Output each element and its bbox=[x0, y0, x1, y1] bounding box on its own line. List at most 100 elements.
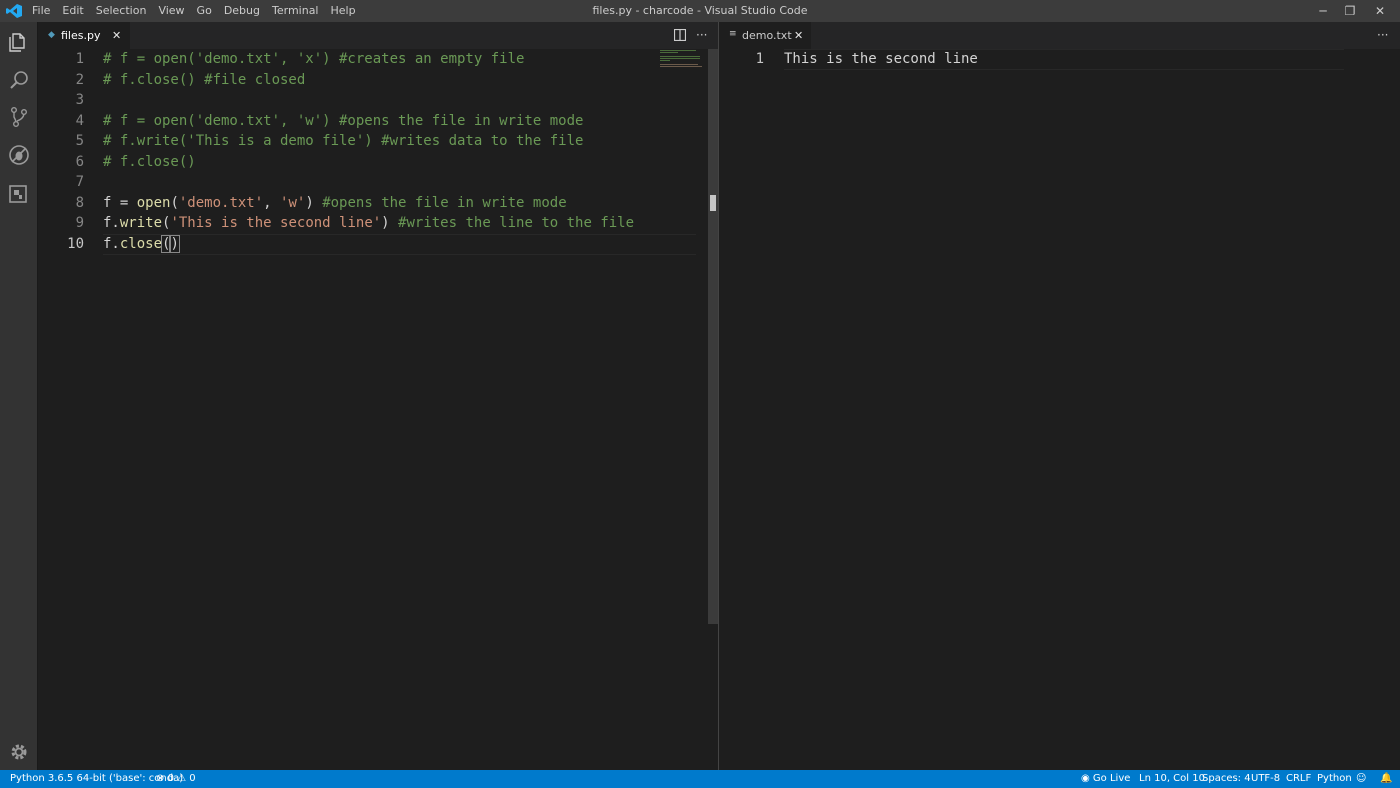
code-line: 3 bbox=[38, 90, 698, 111]
code-token: #writes the line to the file bbox=[398, 215, 635, 231]
right-tab-bar: ≡ demo.txt ✕ ··· bbox=[719, 22, 1400, 49]
code-token: # f.close() #file closed bbox=[103, 71, 306, 88]
vscode-logo-icon bbox=[6, 4, 22, 18]
code-text: f.close() bbox=[103, 234, 180, 255]
code-token: write bbox=[119, 215, 163, 231]
feedback-icon[interactable]: ☺ bbox=[1356, 770, 1366, 788]
problems-indicator[interactable]: ⊗ 0 ⚠ 0 bbox=[156, 770, 196, 788]
line-number: 2 bbox=[75, 71, 84, 88]
tab-files-py[interactable]: ◆ files.py ✕ bbox=[38, 22, 130, 49]
code-text: # f.close() #file closed bbox=[103, 70, 305, 91]
menu-bar: File Edit Selection View Go Debug Termin… bbox=[26, 0, 362, 22]
error-count: 0 bbox=[167, 773, 174, 784]
language-mode[interactable]: Python bbox=[1317, 770, 1352, 788]
title-bar: File Edit Selection View Go Debug Termin… bbox=[0, 0, 1400, 22]
code-line: 1 This is the second line bbox=[719, 49, 1379, 70]
line-number: 9 bbox=[75, 215, 84, 231]
menu-view[interactable]: View bbox=[152, 0, 190, 22]
line-text: This is the second line bbox=[784, 51, 978, 67]
line-number: 3 bbox=[75, 92, 84, 108]
go-live-button[interactable]: ◉ Go Live bbox=[1081, 770, 1130, 788]
left-tab-bar: ◆ files.py ✕ ··· bbox=[38, 22, 718, 49]
line-number: 1 bbox=[75, 51, 84, 67]
warning-count: 0 bbox=[189, 773, 196, 784]
code-token: # f.write('This is a demo file') #writes… bbox=[103, 133, 584, 149]
notifications-icon[interactable]: 🔔 bbox=[1380, 770, 1392, 788]
python-file-icon: ◆ bbox=[48, 30, 55, 40]
explorer-icon[interactable] bbox=[7, 30, 31, 54]
code-token: 'This is the second line' bbox=[170, 215, 382, 231]
line-number: 5 bbox=[75, 133, 84, 149]
line-number: 10 bbox=[67, 235, 84, 252]
menu-go[interactable]: Go bbox=[191, 0, 218, 22]
code-token: f = bbox=[103, 194, 137, 211]
menu-help[interactable]: Help bbox=[325, 0, 362, 22]
source-control-icon[interactable] bbox=[7, 105, 31, 129]
code-token: # f = open('demo.txt', 'x') #creates an … bbox=[103, 51, 525, 67]
code-token: ) bbox=[381, 215, 399, 231]
more-actions-icon[interactable]: ··· bbox=[696, 22, 707, 49]
code-line: 5 # f.write('This is a demo file') #write… bbox=[38, 131, 698, 152]
code-text: # f = open('demo.txt', 'w') #opens the f… bbox=[103, 111, 583, 132]
text-file-icon: ≡ bbox=[729, 29, 737, 39]
menu-selection[interactable]: Selection bbox=[90, 0, 153, 22]
cursor-position[interactable]: Ln 10, Col 10 bbox=[1139, 770, 1205, 788]
close-window-button[interactable]: ✕ bbox=[1360, 0, 1400, 22]
code-line: 4 # f = open('demo.txt', 'w') #opens the … bbox=[38, 111, 698, 132]
code-text: # f = open('demo.txt', 'x') #creates an … bbox=[103, 49, 524, 70]
search-icon[interactable] bbox=[7, 68, 31, 92]
encoding[interactable]: UTF-8 bbox=[1251, 770, 1280, 788]
go-live-label: Go Live bbox=[1092, 773, 1131, 784]
broadcast-icon: ◉ bbox=[1081, 773, 1090, 784]
indentation[interactable]: Spaces: 4 bbox=[1202, 770, 1251, 788]
code-line: 7 bbox=[38, 172, 698, 193]
code-text: # f.write('This is a demo file') #writes… bbox=[103, 131, 583, 152]
line-number: 1 bbox=[755, 51, 764, 67]
tab-label: files.py bbox=[61, 29, 101, 42]
menu-file[interactable]: File bbox=[26, 0, 56, 22]
code-line: 6 # f.close() bbox=[38, 152, 698, 173]
activity-bar bbox=[0, 22, 37, 770]
menu-terminal[interactable]: Terminal bbox=[266, 0, 325, 22]
end-of-line[interactable]: CRLF bbox=[1286, 770, 1311, 788]
line-number: 6 bbox=[75, 153, 84, 170]
code-token: # f.close() bbox=[103, 153, 196, 170]
debug-icon[interactable] bbox=[7, 143, 31, 167]
more-actions-icon[interactable]: ··· bbox=[1377, 22, 1388, 49]
code-text: # f.close() bbox=[103, 152, 196, 173]
tab-demo-txt[interactable]: ≡ demo.txt ✕ bbox=[719, 22, 811, 49]
code-text: f.write('This is the second line') #writ… bbox=[103, 213, 634, 234]
editor-files-py[interactable]: 1 # f = open('demo.txt', 'x') #creates an… bbox=[38, 49, 718, 770]
gear-icon[interactable] bbox=[7, 740, 31, 764]
code-token: 'demo.txt' bbox=[178, 194, 264, 211]
code-token: open bbox=[136, 194, 171, 211]
minimap[interactable] bbox=[658, 49, 706, 69]
vertical-scrollbar[interactable] bbox=[708, 49, 718, 624]
line-number: 8 bbox=[75, 194, 84, 211]
code-line: 2 # f.close() #file closed bbox=[38, 70, 698, 91]
error-icon: ⊗ bbox=[156, 773, 165, 784]
code-token: #opens the file in write mode bbox=[322, 194, 567, 211]
tab-close-icon[interactable]: ✕ bbox=[112, 22, 121, 49]
code-token: ( bbox=[170, 194, 179, 211]
code-token: close bbox=[119, 235, 163, 252]
code-line: 1 # f = open('demo.txt', 'x') #creates an… bbox=[38, 49, 698, 70]
code-token: f. bbox=[103, 215, 120, 231]
editor-demo-txt[interactable]: 1 This is the second line bbox=[719, 49, 1400, 770]
line-number: 7 bbox=[75, 174, 84, 190]
scrollbar-position-marker bbox=[710, 195, 716, 211]
code-line: 10 f.close() bbox=[38, 234, 698, 255]
extensions-icon[interactable] bbox=[7, 181, 31, 205]
split-editor-icon[interactable] bbox=[674, 29, 686, 41]
warning-icon: ⚠ bbox=[177, 773, 187, 784]
menu-debug[interactable]: Debug bbox=[218, 0, 266, 22]
code-token: ) bbox=[305, 194, 323, 211]
code-token: , bbox=[263, 194, 281, 211]
code-text: f = open('demo.txt', 'w') #opens the fil… bbox=[103, 193, 567, 214]
code-token: # f = open('demo.txt', 'w') #opens the f… bbox=[103, 112, 584, 129]
menu-edit[interactable]: Edit bbox=[56, 0, 89, 22]
tab-close-icon[interactable]: ✕ bbox=[794, 22, 803, 49]
tab-label: demo.txt bbox=[742, 29, 792, 42]
code-token: f. bbox=[103, 235, 120, 252]
code-token: 'w' bbox=[280, 194, 306, 211]
